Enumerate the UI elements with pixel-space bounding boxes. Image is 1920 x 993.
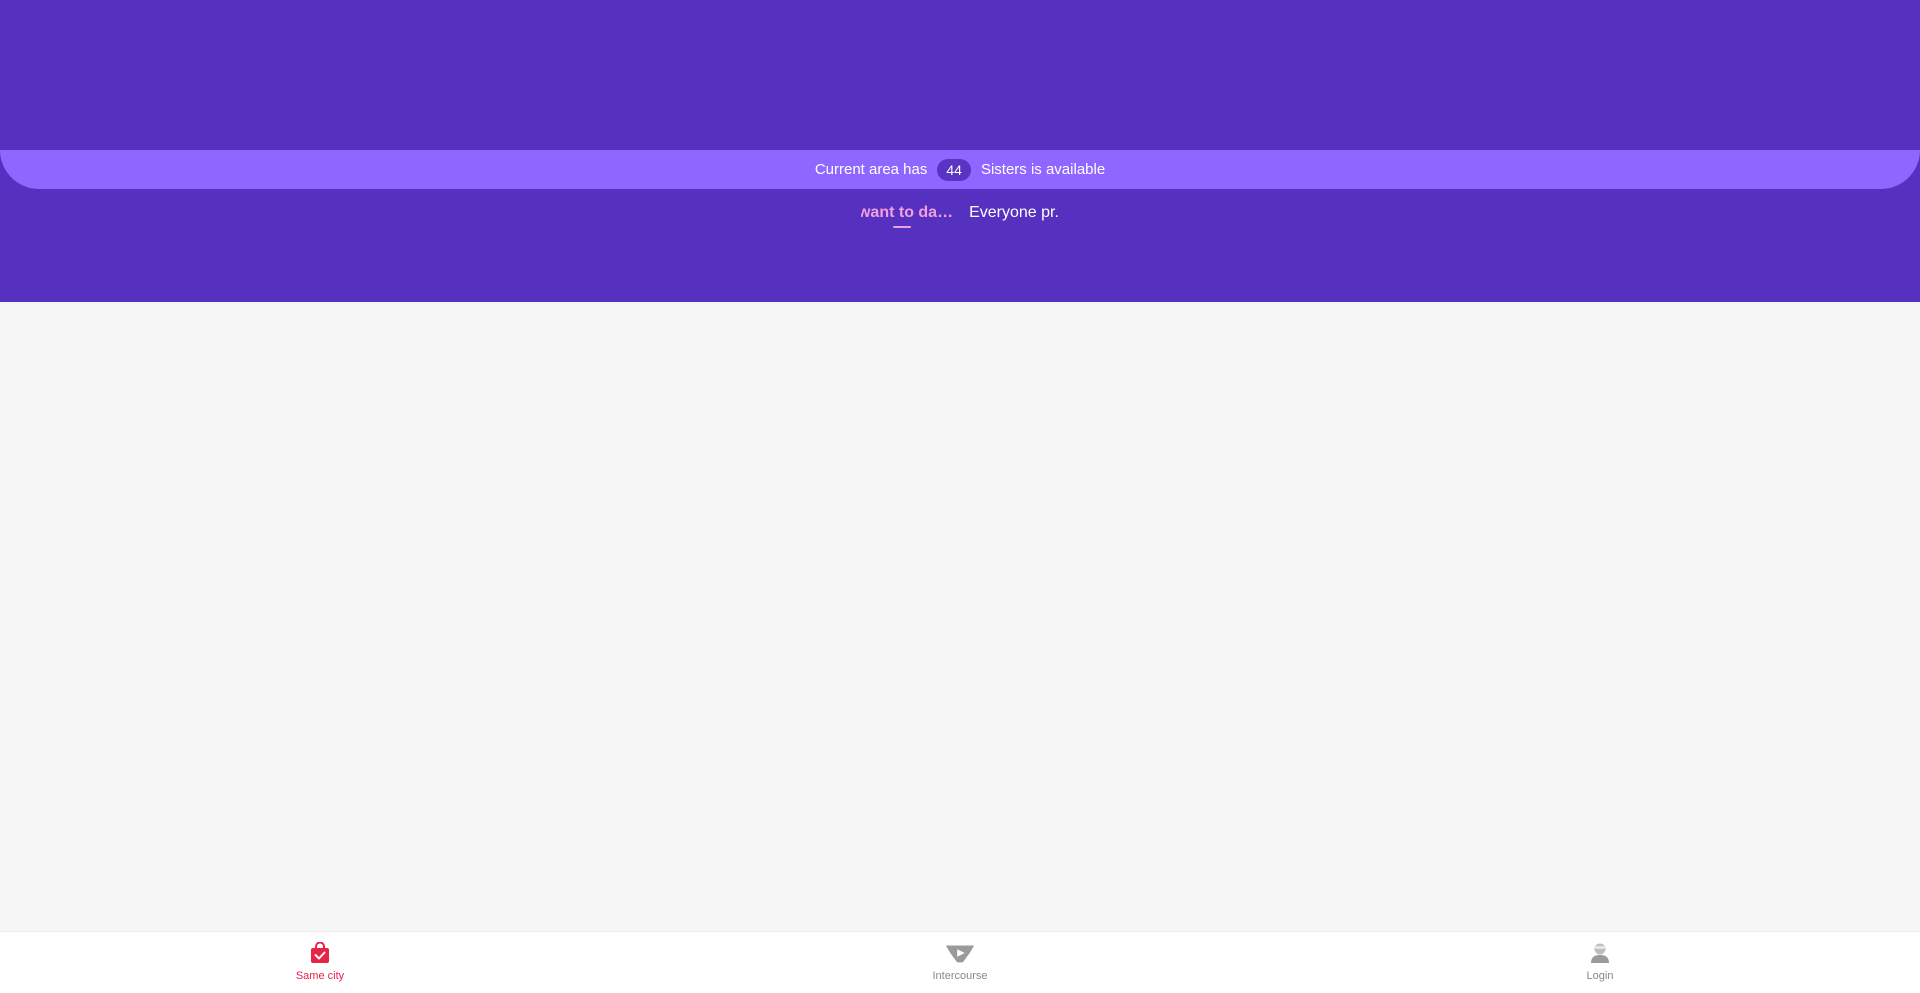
tab-want-to-date[interactable]: want to da… <box>861 200 953 232</box>
active-tab-indicator <box>893 226 912 228</box>
nav-item-intercourse[interactable]: Intercourse <box>640 932 1280 993</box>
bottom-navigation: Same city Intercourse Login <box>0 931 1920 993</box>
category-tabs: want to da… Everyone pr. <box>0 200 1920 232</box>
page: Current area has 44 Sisters is available… <box>0 0 1920 993</box>
user-icon <box>1585 940 1615 966</box>
nav-label: Same city <box>295 970 345 982</box>
tab-label: Everyone pr. <box>969 204 1059 221</box>
banner-prefix: Current area has <box>814 161 928 178</box>
tab-label: want to da… <box>861 204 954 221</box>
header: Current area has 44 Sisters is available… <box>0 0 1920 302</box>
availability-banner: Current area has 44 Sisters is available <box>0 150 1920 189</box>
available-count-badge: 44 <box>937 158 971 181</box>
shopping-bag-check-icon <box>305 940 335 966</box>
play-badge-icon <box>945 940 975 966</box>
nav-label: Intercourse <box>932 970 988 982</box>
tab-everyone[interactable]: Everyone pr. <box>969 200 1059 232</box>
nav-label: Login <box>1586 970 1614 982</box>
nav-item-login[interactable]: Login <box>1280 932 1920 993</box>
banner-suffix: Sisters is available <box>980 161 1106 178</box>
main-content <box>0 302 1920 931</box>
nav-item-same-city[interactable]: Same city <box>0 932 640 993</box>
